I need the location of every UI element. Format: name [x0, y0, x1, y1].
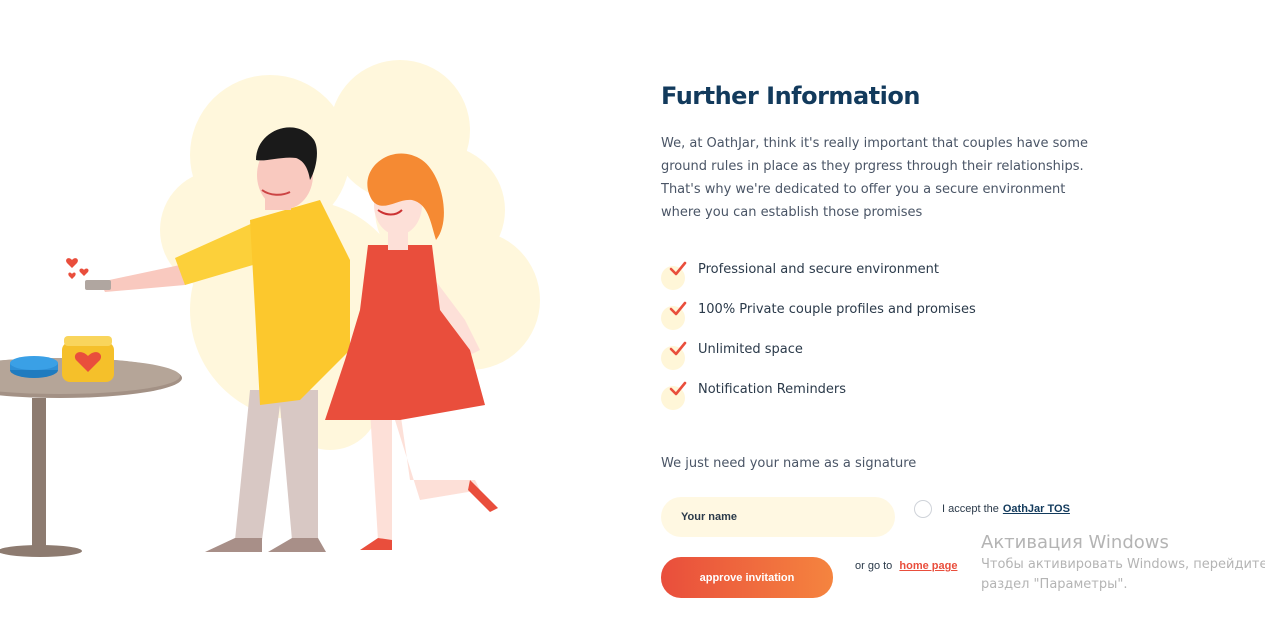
watermark-line2: раздел "Параметры".: [981, 577, 1128, 592]
couple-illustration: [0, 60, 560, 570]
feature-label: Notification Reminders: [698, 382, 847, 397]
signature-label: We just need your name as a signature: [661, 456, 917, 471]
list-item: Notification Reminders: [661, 381, 976, 422]
intro-paragraph: We, at OathJar, think it's really import…: [661, 136, 1089, 220]
watermark-line1: Чтобы активировать Windows, перейдите в: [981, 557, 1265, 572]
tos-accept: I accept the OathJar TOS: [914, 500, 1070, 518]
check-icon: [669, 301, 687, 316]
check-icon: [669, 381, 687, 396]
tos-link[interactable]: OathJar TOS: [1003, 503, 1070, 515]
windows-activation-watermark: Активация Windows Чтобы активировать Win…: [981, 531, 1265, 595]
check-icon: [669, 341, 687, 356]
watermark-title: Активация Windows: [981, 532, 1169, 553]
page-title: Further Information: [661, 82, 920, 110]
goto-prefix: or go to: [855, 560, 893, 572]
feature-list: Professional and secure environment 100%…: [661, 261, 976, 422]
list-item: Professional and secure environment: [661, 261, 976, 302]
feature-label: Unlimited space: [698, 342, 803, 357]
tos-radio[interactable]: [914, 500, 932, 518]
list-item: Unlimited space: [661, 341, 976, 382]
check-icon: [669, 261, 687, 276]
feature-label: Professional and secure environment: [698, 262, 939, 277]
further-information-section: Further Information We, at OathJar, thin…: [661, 82, 1121, 224]
name-input[interactable]: [661, 497, 895, 537]
hearts-icon: [66, 258, 89, 279]
table: [0, 336, 182, 557]
couple-illustration-graphic: [0, 60, 540, 557]
list-item: 100% Private couple profiles and promise…: [661, 301, 976, 342]
approve-invitation-button[interactable]: approve invitation: [661, 557, 833, 598]
home-page-link[interactable]: home page: [899, 560, 957, 572]
tos-prefix: I accept the: [942, 503, 999, 515]
feature-label: 100% Private couple profiles and promise…: [698, 302, 976, 317]
home-page-prompt: or go to home page: [855, 560, 957, 572]
